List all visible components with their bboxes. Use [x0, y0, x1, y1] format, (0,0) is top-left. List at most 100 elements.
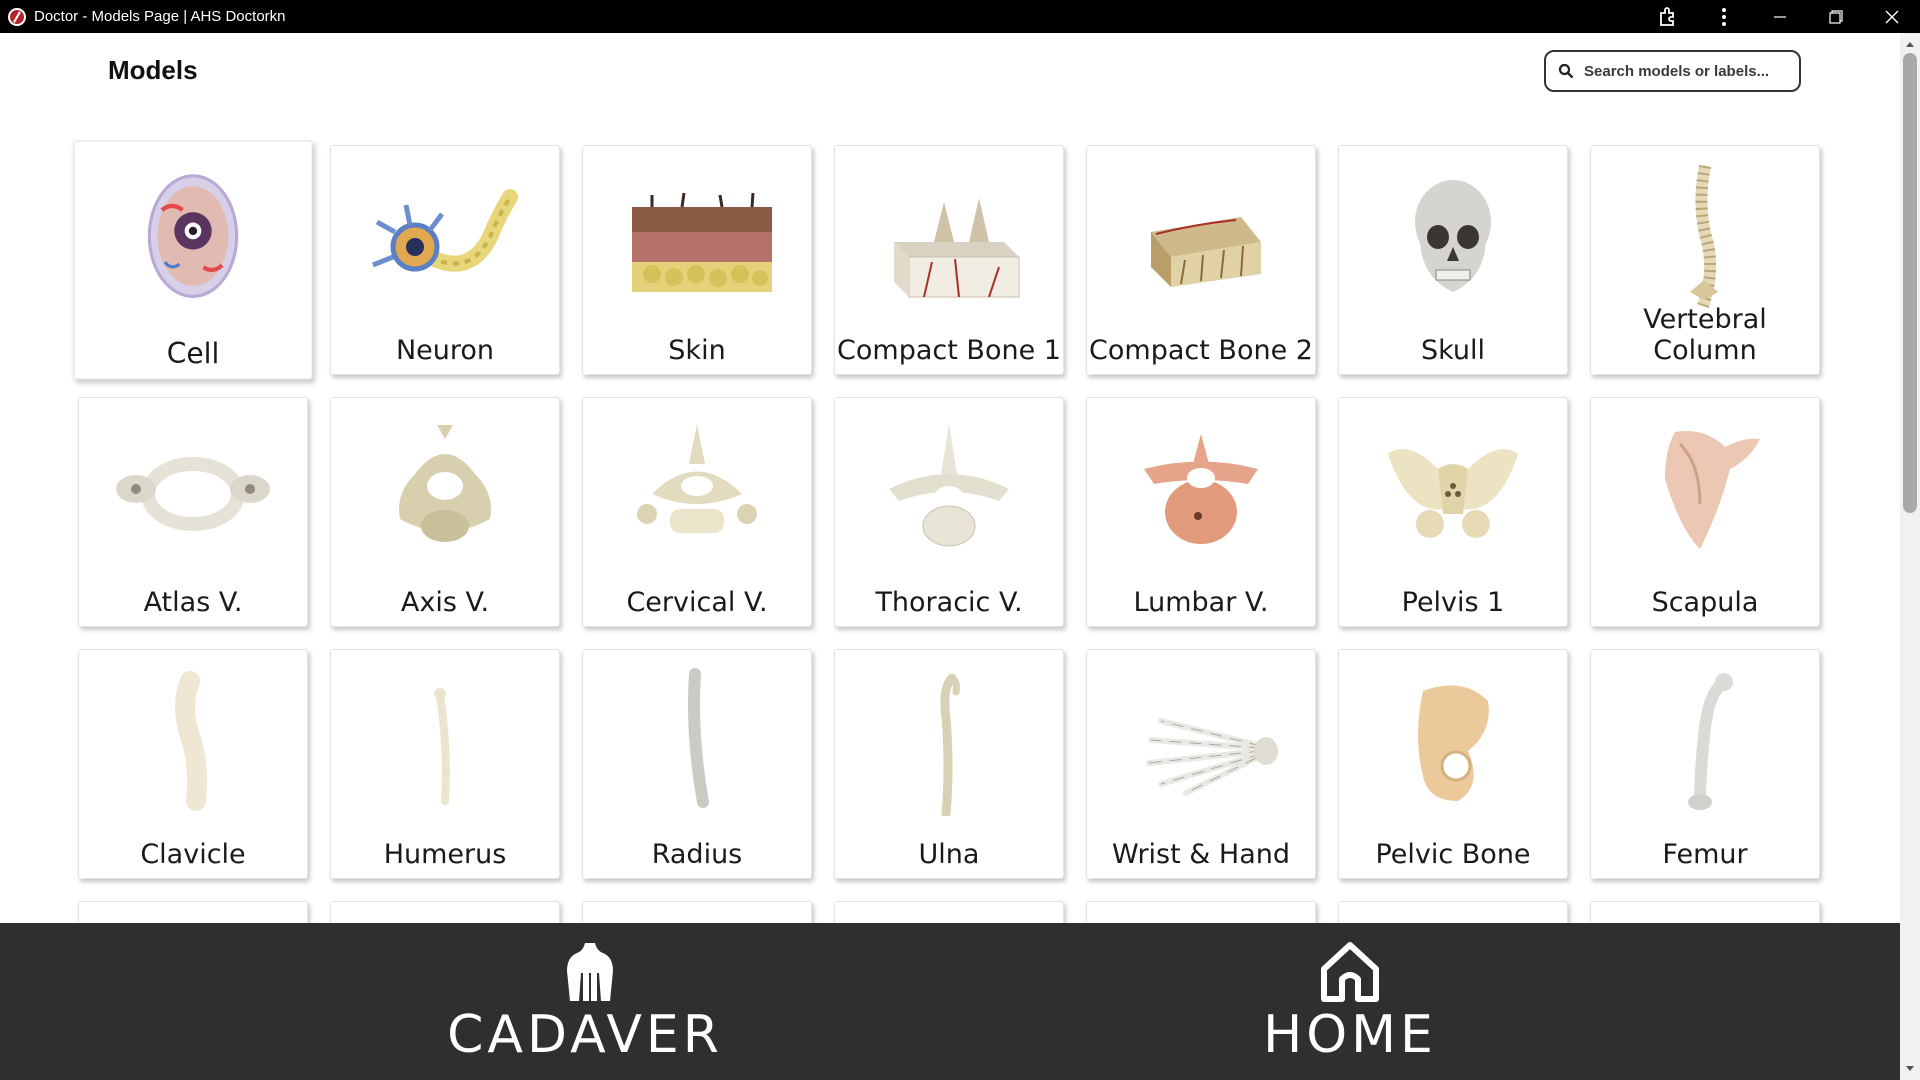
- minimize-icon: [1774, 15, 1786, 18]
- home-icon: [1321, 942, 1379, 1002]
- compact-bone-model-image: [864, 162, 1034, 312]
- model-card-cervical-vertebra[interactable]: Cervical V.: [582, 397, 812, 627]
- model-card-thoracic-vertebra[interactable]: Thoracic V.: [834, 397, 1064, 627]
- more-vertical-icon: [1722, 7, 1726, 26]
- model-label: Skin: [668, 335, 726, 366]
- restore-button[interactable]: [1808, 0, 1864, 33]
- home-label: HOME: [1263, 1005, 1437, 1065]
- model-card-partial[interactable]: [78, 901, 308, 923]
- app-logo-icon: [8, 7, 26, 26]
- vertebral-column-model-image: [1620, 162, 1790, 312]
- models-page: Models Cell: [0, 33, 1900, 923]
- model-label: Compact Bone 1: [837, 335, 1061, 366]
- ulna-model-image: [864, 666, 1034, 816]
- skull-model-image: [1368, 162, 1538, 312]
- model-card-neuron[interactable]: Neuron: [330, 145, 560, 375]
- humerus-model-image: [360, 666, 530, 816]
- model-card-compact-bone-2[interactable]: Compact Bone 2: [1086, 145, 1316, 375]
- model-label: Radius: [651, 839, 743, 870]
- thoracic-vertebra-model-image: [864, 414, 1034, 564]
- model-card-pelvic-bone[interactable]: Pelvic Bone: [1338, 649, 1568, 879]
- model-card-skull[interactable]: Skull: [1338, 145, 1568, 375]
- close-icon: [1885, 10, 1899, 23]
- window-title: Doctor - Models Page | AHS Doctorkn: [34, 8, 286, 25]
- scapula-model-image: [1620, 414, 1790, 564]
- clavicle-model-image: [108, 666, 278, 816]
- model-label: Vertebral Column: [1643, 304, 1767, 366]
- model-card-ulna[interactable]: Ulna: [834, 649, 1064, 879]
- cervical-vertebra-model-image: [612, 414, 782, 564]
- model-label: Atlas V.: [143, 587, 243, 618]
- femur-model-image: [1620, 666, 1790, 816]
- model-card-axis-vertebra[interactable]: Axis V.: [330, 397, 560, 627]
- model-label: Axis V.: [400, 587, 490, 618]
- model-label: Compact Bone 2: [1089, 335, 1313, 366]
- model-label: Clavicle: [140, 839, 246, 870]
- model-card-partial[interactable]: [1590, 901, 1820, 923]
- model-card-cell[interactable]: Cell: [73, 140, 313, 380]
- model-card-compact-bone-1[interactable]: Compact Bone 1: [834, 145, 1064, 375]
- window-controls: [1640, 0, 1920, 33]
- search-box[interactable]: [1544, 50, 1801, 92]
- model-card-partial[interactable]: [1338, 901, 1568, 923]
- scroll-down-button[interactable]: [1900, 1060, 1920, 1078]
- model-card-vertebral-column[interactable]: Vertebral Column: [1590, 145, 1820, 375]
- more-options-button[interactable]: [1696, 0, 1752, 33]
- search-icon: [1558, 63, 1574, 79]
- window-titlebar: Doctor - Models Page | AHS Doctorkn: [0, 0, 1920, 33]
- restore-icon: [1829, 9, 1843, 24]
- model-card-radius[interactable]: Radius: [582, 649, 812, 879]
- hand-model-image: [1116, 666, 1286, 816]
- model-card-humerus[interactable]: Humerus: [330, 649, 560, 879]
- model-card-clavicle[interactable]: Clavicle: [78, 649, 308, 879]
- cell-model-image: [105, 158, 282, 314]
- model-label: Cell: [166, 338, 220, 371]
- scroll-up-button[interactable]: [1900, 35, 1920, 53]
- vertical-scrollbar[interactable]: [1900, 33, 1920, 1080]
- skin-model-image: [612, 162, 782, 312]
- minimize-button[interactable]: [1752, 0, 1808, 33]
- search-input[interactable]: [1584, 62, 1784, 80]
- model-card-skin[interactable]: Skin: [582, 145, 812, 375]
- model-card-atlas-vertebra[interactable]: Atlas V.: [78, 397, 308, 627]
- atlas-vertebra-model-image: [108, 414, 278, 564]
- pelvic-bone-model-image: [1368, 666, 1538, 816]
- axis-vertebra-model-image: [360, 414, 530, 564]
- extension-icon: [1660, 6, 1674, 26]
- close-button[interactable]: [1864, 0, 1920, 33]
- cadaver-button[interactable]: CADAVER: [447, 941, 719, 1065]
- model-card-femur[interactable]: Femur: [1590, 649, 1820, 879]
- model-label: Skull: [1420, 335, 1486, 366]
- model-card-partial[interactable]: [1086, 901, 1316, 923]
- model-card-wrist-hand[interactable]: Wrist & Hand: [1086, 649, 1316, 879]
- model-label: Cervical V.: [626, 587, 768, 618]
- model-label: Wrist & Hand: [1111, 839, 1291, 870]
- radius-model-image: [612, 666, 782, 816]
- model-card-lumbar-vertebra[interactable]: Lumbar V.: [1086, 397, 1316, 627]
- model-card-scapula[interactable]: Scapula: [1590, 397, 1820, 627]
- compact-bone-model-image: [1116, 162, 1286, 312]
- arrow-up-icon: [1906, 42, 1914, 47]
- model-label: Lumbar V.: [1133, 587, 1269, 618]
- models-grid: Cell Neuron Skin Compact Bone 1 Compact …: [73, 140, 1828, 923]
- home-button[interactable]: HOME: [1263, 941, 1433, 1065]
- model-label: Scapula: [1651, 587, 1759, 618]
- model-label: Humerus: [383, 839, 507, 870]
- model-card-partial[interactable]: [582, 901, 812, 923]
- scrollbar-thumb[interactable]: [1903, 53, 1917, 513]
- pelvis-model-image: [1368, 414, 1538, 564]
- model-label: Thoracic V.: [875, 587, 1023, 618]
- neuron-model-image: [360, 162, 530, 312]
- lumbar-vertebra-model-image: [1116, 414, 1286, 564]
- bottom-navigation: CADAVER HOME: [0, 923, 1900, 1080]
- torso-icon: [567, 943, 613, 1001]
- model-label: Pelvis 1: [1401, 587, 1505, 618]
- extension-button[interactable]: [1640, 0, 1696, 33]
- model-card-partial[interactable]: [330, 901, 560, 923]
- model-label: Ulna: [918, 839, 980, 870]
- model-card-pelvis-1[interactable]: Pelvis 1: [1338, 397, 1568, 627]
- model-label: Neuron: [395, 335, 495, 366]
- model-card-partial[interactable]: [834, 901, 1064, 923]
- cadaver-label: CADAVER: [447, 1005, 723, 1065]
- model-label: Pelvic Bone: [1375, 839, 1531, 870]
